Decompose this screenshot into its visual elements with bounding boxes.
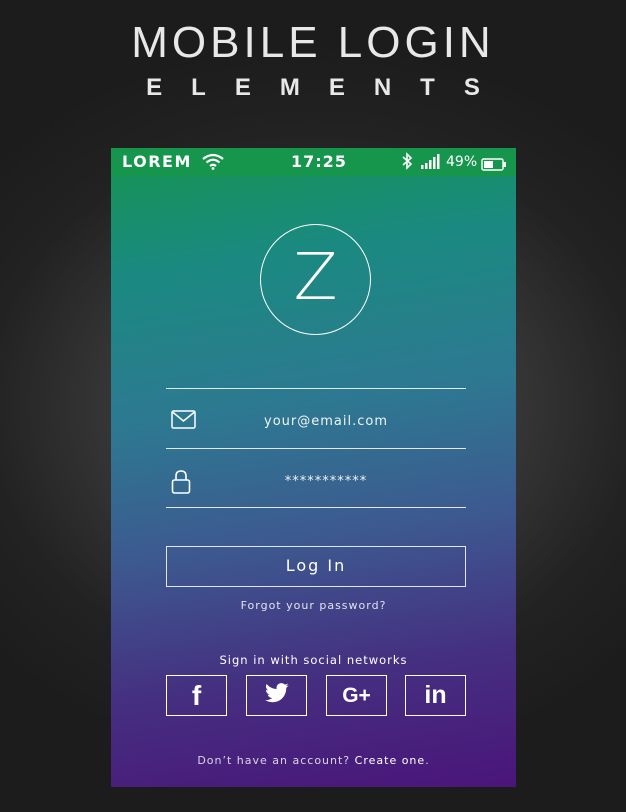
google-plus-button[interactable]: G+ bbox=[326, 675, 387, 716]
signal-icon bbox=[421, 153, 443, 173]
clock: 17:25 bbox=[291, 152, 347, 171]
linkedin-button[interactable]: in bbox=[405, 675, 466, 716]
phone-screen: LOREM 17:25 49% Z your@email.com *******… bbox=[111, 148, 516, 787]
signup-text: Don’t have an account? bbox=[197, 754, 351, 767]
field-divider-middle bbox=[166, 448, 466, 449]
password-field[interactable]: *********** bbox=[186, 474, 466, 489]
wifi-icon bbox=[202, 153, 224, 174]
field-divider-top bbox=[166, 388, 466, 389]
forgot-password-link[interactable]: Forgot your password? bbox=[111, 599, 516, 612]
battery-percent: 49% bbox=[446, 154, 478, 170]
facebook-icon: f bbox=[191, 679, 202, 711]
logo-letter: Z bbox=[293, 241, 338, 315]
social-caption: Sign in with social networks bbox=[219, 653, 408, 667]
facebook-button[interactable]: f bbox=[166, 675, 227, 716]
twitter-icon bbox=[264, 683, 290, 708]
status-bar: LOREM 17:25 49% bbox=[111, 148, 516, 176]
brand-logo: Z bbox=[260, 224, 371, 335]
login-button[interactable]: Log In bbox=[166, 546, 466, 587]
page-subtitle: ELEMENTS bbox=[146, 74, 509, 101]
battery-icon bbox=[481, 156, 507, 175]
bluetooth-icon bbox=[401, 152, 413, 174]
google-plus-icon: G+ bbox=[342, 683, 371, 707]
signup-prompt: Don’t have an account? Create one. bbox=[111, 754, 516, 767]
email-field[interactable]: your@email.com bbox=[186, 414, 466, 429]
field-divider-bottom bbox=[166, 507, 466, 508]
linkedin-icon: in bbox=[424, 681, 447, 709]
signup-period: . bbox=[425, 754, 430, 767]
page-title: MOBILE LOGIN bbox=[131, 18, 495, 67]
twitter-button[interactable] bbox=[246, 675, 307, 716]
carrier-name: LOREM bbox=[122, 152, 192, 171]
create-account-link[interactable]: Create one bbox=[355, 754, 426, 767]
